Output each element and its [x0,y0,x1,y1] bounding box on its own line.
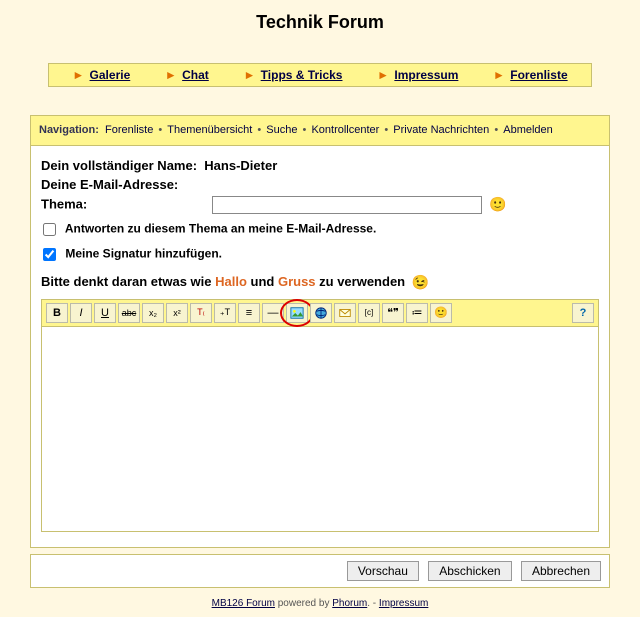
signature-row: Meine Signatur hinzufügen. [41,245,599,264]
navlink-private-nachrichten[interactable]: Private Nachrichten [393,124,489,136]
signature-checkbox[interactable] [43,248,56,261]
navlink-forenliste[interactable]: Forenliste [105,124,153,136]
footer-forum-link[interactable]: MB126 Forum [212,598,275,609]
email-replies-label: Antworten zu diesem Thema an meine E-Mai… [65,221,376,235]
name-value: Hans-Dieter [204,158,277,173]
page-title: Technik Forum [8,12,632,33]
superscript-button[interactable]: x² [166,303,188,323]
navigation-label: Navigation: [39,124,99,136]
code-button[interactable]: [c] [358,303,380,323]
email-replies-checkbox[interactable] [43,223,56,236]
form-content: Dein vollständiger Name: Hans-Dieter Dei… [31,146,609,547]
email-replies-row: Antworten zu diesem Thema an meine E-Mai… [41,220,599,239]
nav-galerie[interactable]: ► Galerie [72,68,130,82]
image-icon [290,306,304,320]
wink-icon: 😉 [412,274,429,290]
footer-impressum-link[interactable]: Impressum [379,598,428,609]
email-icon [338,306,352,320]
nav-forenliste[interactable]: ► Forenliste [493,68,568,82]
bold-button[interactable]: B [46,303,68,323]
image-button[interactable] [286,303,308,323]
subject-input[interactable] [212,196,482,214]
cancel-button[interactable]: Abbrechen [521,561,601,581]
name-label: Dein vollständiger Name: [41,158,197,173]
size-button[interactable]: ₊T [214,303,236,323]
arrow-icon: ► [377,68,389,82]
italic-button[interactable]: I [70,303,92,323]
strike-button[interactable]: abc [118,303,140,323]
subject-row: Thema: 🙂 [41,196,599,214]
nav-chat[interactable]: ► Chat [165,68,209,82]
reminder-text: Bitte denkt daran etwas wie Hallo und Gr… [41,274,599,291]
preview-button[interactable]: Vorschau [347,561,419,581]
navlink-abmelden[interactable]: Abmelden [503,124,553,136]
subscript-button[interactable]: x₂ [142,303,164,323]
arrow-icon: ► [493,68,505,82]
smiley-button[interactable]: 🙂 [430,303,452,323]
main-box: Navigation: Forenliste • Themenübersicht… [30,115,610,548]
button-box: Vorschau Abschicken Abbrechen [30,554,610,588]
email-row: Deine E-Mail-Adresse: [41,177,599,192]
nav-impressum[interactable]: ► Impressum [377,68,458,82]
color-button[interactable]: T₍ [190,303,212,323]
navlink-themenuebersicht[interactable]: Themenübersicht [167,124,252,136]
subject-label: Thema: [41,196,87,211]
url-button[interactable] [310,303,332,323]
globe-icon [314,306,328,320]
arrow-icon: ► [72,68,84,82]
navlink-suche[interactable]: Suche [266,124,297,136]
name-row: Dein vollständiger Name: Hans-Dieter [41,158,599,173]
editor-toolbar: B I U abc x₂ x² T₍ ₊T ≡ — [c] ❝❞ ≔ 🙂 [41,299,599,327]
arrow-icon: ► [165,68,177,82]
underline-button[interactable]: U [94,303,116,323]
top-nav: ► Galerie ► Chat ► Tipps & Tricks ► Impr… [48,63,592,87]
footer-phorum-link[interactable]: Phorum [332,598,367,609]
smiley-icon: 🙂 [489,196,506,212]
quote-button[interactable]: ❝❞ [382,303,404,323]
submit-button[interactable]: Abschicken [428,561,511,581]
navigation-bar: Navigation: Forenliste • Themenübersicht… [31,116,609,146]
hr-button[interactable]: — [262,303,284,323]
center-button[interactable]: ≡ [238,303,260,323]
help-button[interactable]: ? [572,303,594,323]
message-textarea[interactable] [41,327,599,532]
nav-tipps[interactable]: ► Tipps & Tricks [243,68,342,82]
arrow-icon: ► [243,68,255,82]
email-button[interactable] [334,303,356,323]
list-button[interactable]: ≔ [406,303,428,323]
page-footer: MB126 Forum powered by Phorum. - Impress… [8,598,632,609]
navlink-kontrollcenter[interactable]: Kontrollcenter [311,124,379,136]
email-label: Deine E-Mail-Adresse: [41,177,178,192]
signature-label: Meine Signatur hinzufügen. [65,246,222,260]
